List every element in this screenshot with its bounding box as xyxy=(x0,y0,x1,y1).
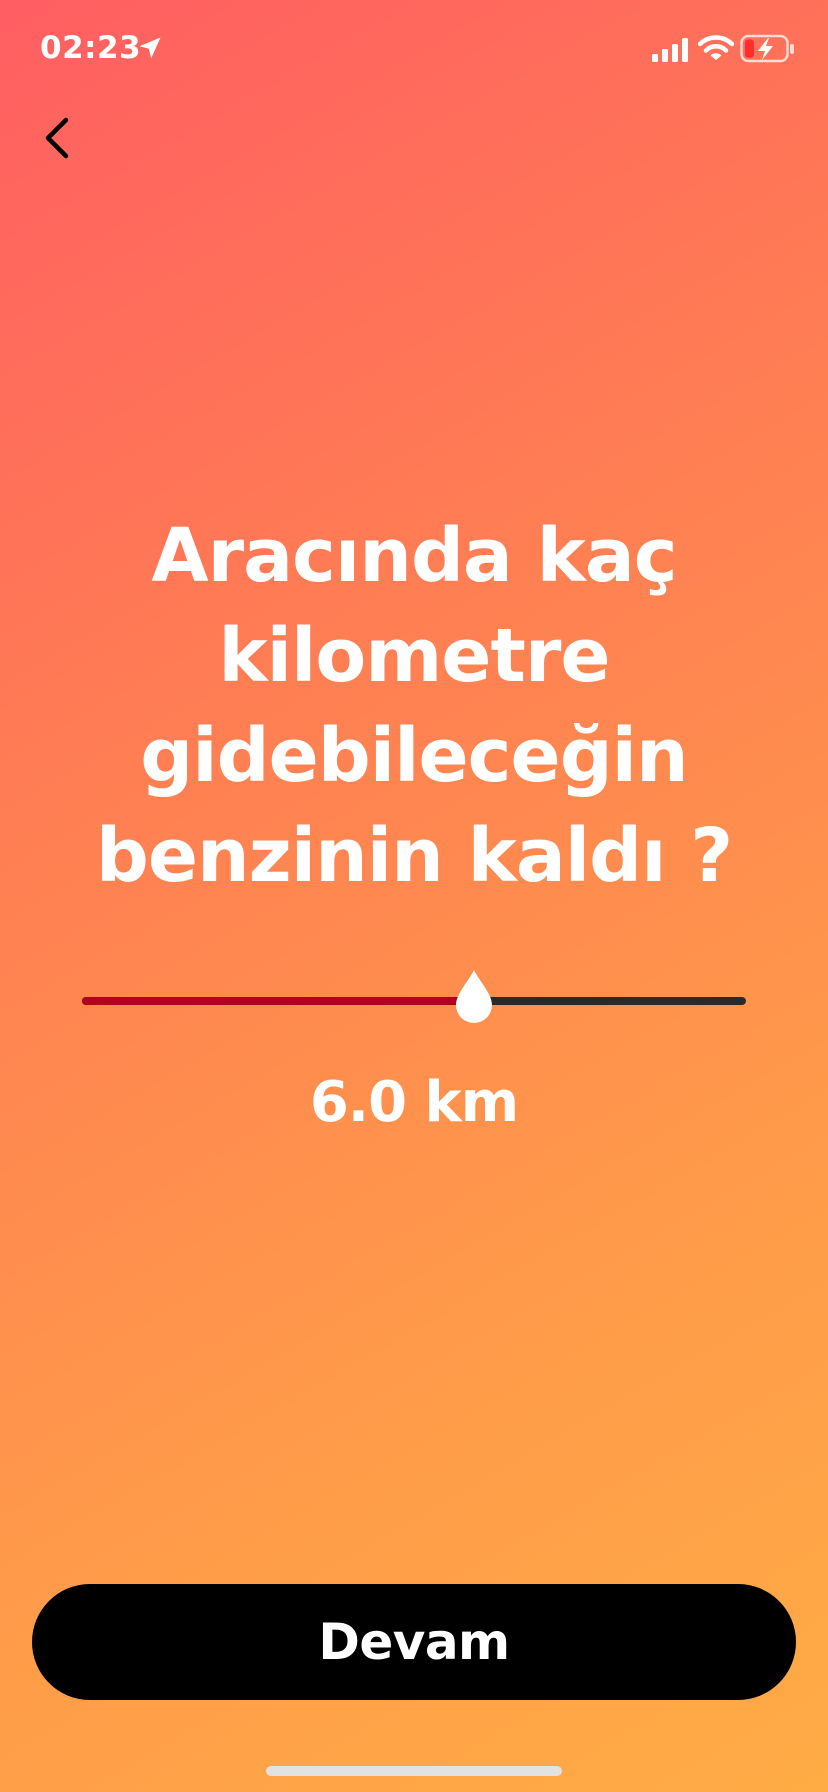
status-time: 02:23 xyxy=(40,30,142,66)
distance-slider[interactable] xyxy=(82,970,746,1030)
question-line-3: gidebileceğin xyxy=(140,713,688,799)
question-heading: Aracında kaç kilometre gidebileceğin ben… xyxy=(60,506,768,906)
location-arrow-icon xyxy=(139,37,161,59)
screen: 02:23 Aracında kaç kilometre gidebileceğ… xyxy=(0,0,828,1792)
home-indicator xyxy=(266,1766,562,1776)
cellular-signal-icon xyxy=(652,38,688,62)
drop-icon[interactable] xyxy=(454,968,494,1024)
question-line-1: Aracında kaç xyxy=(151,513,677,599)
status-bar: 02:23 xyxy=(0,0,828,100)
continue-button[interactable]: Devam xyxy=(32,1584,796,1700)
question-line-4: benzinin kaldı ? xyxy=(95,813,733,899)
slider-fill xyxy=(82,997,474,1005)
chevron-left-icon xyxy=(45,117,69,159)
back-button[interactable] xyxy=(30,106,90,166)
question-line-2: kilometre xyxy=(218,613,610,699)
wifi-icon xyxy=(698,35,734,60)
battery-charging-icon xyxy=(740,34,794,63)
slider-value-label: 6.0 km xyxy=(309,1070,519,1135)
